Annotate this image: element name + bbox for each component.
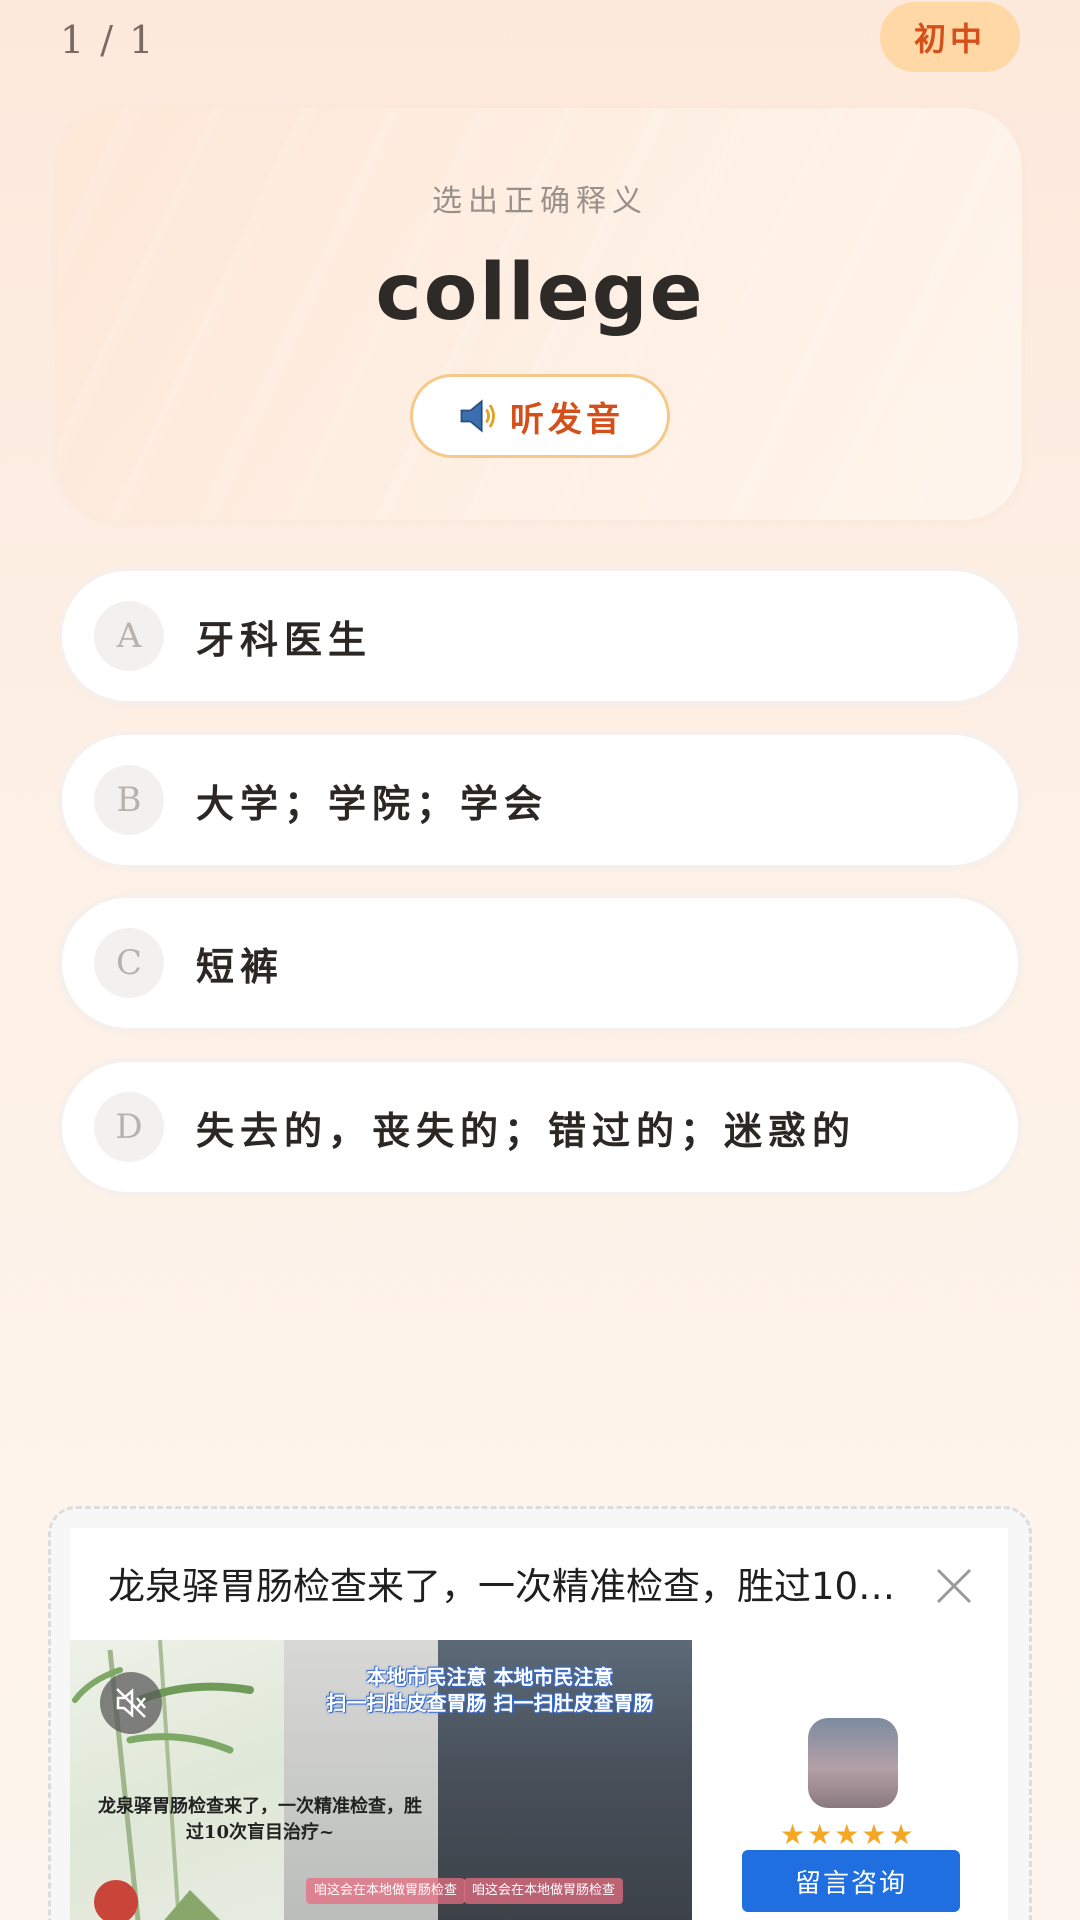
option-text: 短裤 bbox=[196, 943, 285, 989]
ad-video[interactable]: 本地市民注意 本地市民注意 扫一扫肚皮查胃肠 扫一扫肚皮查胃肠 龙泉驿胃肠检查来… bbox=[70, 1640, 692, 1920]
star-icon: ★ bbox=[834, 1818, 860, 1851]
option-b[interactable]: B 大学；学院；学会 bbox=[62, 735, 1018, 865]
ad-overlay-heading: 本地市民注意 本地市民注意 扫一扫肚皮查胃肠 扫一扫肚皮查胃肠 bbox=[310, 1664, 670, 1716]
option-letter: B bbox=[94, 765, 164, 835]
bamboo-illustration bbox=[72, 1640, 254, 1920]
option-text: 失去的，丧失的；错过的；迷惑的 bbox=[196, 1107, 857, 1153]
ad-card[interactable]: 龙泉驿胃肠检查来了，一次精准检查，胜过10次盲目治疗 本地市民注意 本地市民注意… bbox=[70, 1528, 1008, 1920]
mute-button[interactable] bbox=[100, 1672, 162, 1734]
ad-app-icon[interactable] bbox=[808, 1718, 898, 1808]
rating-stars: ★ ★ ★ ★ ★ bbox=[780, 1820, 914, 1850]
ad-overlay-line: 本地市民注意 本地市民注意 bbox=[366, 1665, 614, 1689]
option-letter: A bbox=[94, 601, 164, 671]
option-letter: C bbox=[94, 928, 164, 998]
ad-video-panel bbox=[70, 1640, 284, 1920]
star-icon: ★ bbox=[780, 1818, 806, 1851]
ad-tag: 咱这会在本地做胃肠检查 bbox=[306, 1878, 466, 1904]
ad-overlay-line: 扫一扫肚皮查胃肠 扫一扫肚皮查胃肠 bbox=[326, 1691, 654, 1715]
star-icon: ★ bbox=[861, 1818, 887, 1851]
star-icon: ★ bbox=[888, 1818, 914, 1851]
star-icon: ★ bbox=[807, 1818, 833, 1851]
ad-cta-button[interactable]: 留言咨询 bbox=[742, 1850, 960, 1912]
listen-pronunciation-button[interactable]: 听发音 bbox=[410, 374, 670, 458]
ad-title[interactable]: 龙泉驿胃肠检查来了，一次精准检查，胜过10次盲目治疗 bbox=[108, 1556, 908, 1610]
option-text: 牙科医生 bbox=[196, 616, 373, 662]
muted-speaker-icon bbox=[116, 1688, 146, 1718]
option-a[interactable]: A 牙科医生 bbox=[62, 571, 1018, 701]
target-word: college bbox=[375, 248, 705, 338]
progress-indicator: 1 / 1 bbox=[60, 18, 156, 62]
option-c[interactable]: C 短裤 bbox=[62, 898, 1018, 1028]
word-card: 选出正确释义 college 听发音 bbox=[58, 108, 1022, 520]
option-text: 大学；学院；学会 bbox=[196, 780, 549, 826]
speaker-icon bbox=[460, 399, 495, 433]
listen-label: 听发音 bbox=[510, 399, 624, 440]
question-prompt: 选出正确释义 bbox=[432, 184, 648, 219]
option-d[interactable]: D 失去的，丧失的；错过的；迷惑的 bbox=[62, 1062, 1018, 1192]
level-badge[interactable]: 初中 bbox=[880, 2, 1020, 72]
ad-overlay-caption: 龙泉驿胃肠检查来了，一次精准检查，胜过10次盲目治疗~ bbox=[98, 1796, 422, 1843]
ad-tag: 咱这会在本地做胃肠检查 bbox=[464, 1878, 624, 1904]
close-icon[interactable] bbox=[932, 1564, 976, 1608]
option-letter: D bbox=[94, 1092, 164, 1162]
